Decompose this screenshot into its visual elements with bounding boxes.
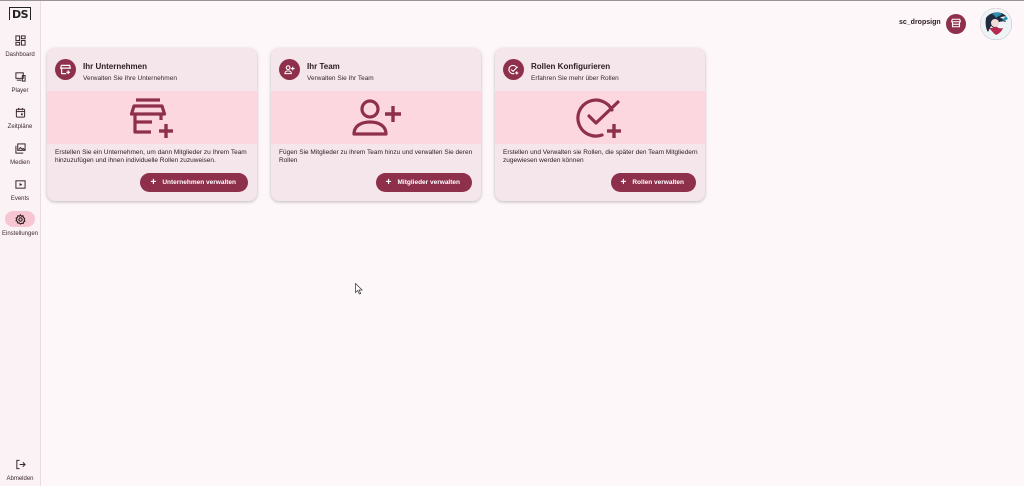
card-header: Rollen Konfigurieren Erfahren Sie mehr ü…: [495, 48, 705, 91]
play-box-icon: [5, 176, 35, 192]
add-business-icon: [129, 97, 173, 138]
logout-icon: [5, 456, 35, 472]
devices-icon: [5, 68, 35, 84]
manage-companies-button[interactable]: + Unternehmen verwalten: [140, 173, 248, 192]
calendar-icon: [5, 104, 35, 120]
button-label: Rollen verwalten: [632, 179, 684, 186]
storefront-icon: [55, 59, 76, 80]
sidebar-item-label: Events: [10, 196, 30, 202]
card-title: Ihr Team: [307, 62, 340, 71]
sidebar-item-zeitplaene[interactable]: Zeitpläne: [0, 104, 40, 138]
sidebar-item-label: Abmelden: [6, 476, 34, 482]
card-header: Ihr Unternehmen Verwalten Sie Ihre Unter…: [47, 48, 257, 91]
plus-icon: +: [620, 176, 627, 188]
company-card: Ihr Unternehmen Verwalten Sie Ihre Unter…: [47, 48, 257, 201]
roles-card: Rollen Konfigurieren Erfahren Sie mehr ü…: [495, 48, 705, 201]
card-title: Rollen Konfigurieren: [531, 62, 611, 71]
sidebar-item-events[interactable]: Events: [0, 176, 40, 210]
card-subtitle: Verwalten Sie Ihr Team: [307, 75, 374, 82]
card-description: Erstellen Sie ein Unternehmen, um dann M…: [55, 149, 247, 164]
plus-icon: +: [385, 176, 392, 188]
check-circle-add-icon: [503, 59, 524, 80]
storefront-icon: [950, 15, 962, 33]
sidebar-item-medien[interactable]: Medien: [0, 140, 40, 174]
sidebar-item-label: Dashboard: [5, 52, 35, 58]
button-label: Unternehmen verwalten: [162, 179, 236, 186]
window-top-border: [0, 0, 1024, 1]
media-library-icon: [5, 140, 35, 156]
manage-roles-button[interactable]: + Rollen verwalten: [610, 173, 696, 192]
check-circle-add-large-icon: [576, 97, 621, 138]
gear-icon: [5, 211, 35, 227]
team-card: Ihr Team Verwalten Sie Ihr Team Fügen Si…: [271, 48, 481, 201]
sidebar-item-label: Zeitpläne: [7, 124, 33, 130]
sidebar: DS Dashboard Player Zeitpläne Medien Eve…: [0, 1, 41, 486]
manage-members-button[interactable]: + Mitglieder verwalten: [375, 173, 472, 192]
username: sc_dropsign: [899, 19, 941, 26]
card-description: Fügen Sie Mitglieder zu ihrem Team hinzu…: [279, 149, 473, 164]
card-media: [271, 91, 481, 144]
sidebar-item-dashboard[interactable]: Dashboard: [0, 32, 40, 66]
card-media: [495, 91, 705, 144]
sidebar-item-player[interactable]: Player: [0, 68, 40, 102]
sidebar-item-einstellungen[interactable]: Einstellungen: [0, 211, 40, 245]
company-switch-button[interactable]: [946, 14, 966, 34]
sidebar-item-label: Einstellungen: [1, 231, 39, 237]
sidebar-item-label: Medien: [10, 160, 30, 166]
card-description: Erstellen und Verwalten sie Rollen, die …: [503, 149, 698, 164]
card-title: Ihr Unternehmen: [83, 62, 148, 71]
plus-icon: +: [150, 176, 157, 188]
sidebar-item-label: Player: [11, 88, 29, 94]
mouse-cursor-icon: [355, 283, 363, 295]
sidebar-item-logout[interactable]: Abmelden: [0, 456, 40, 486]
card-subtitle: Erfahren Sie mehr über Rollen: [531, 75, 619, 82]
person-add-icon: [279, 59, 300, 80]
card-subtitle: Verwalten Sie Ihre Unternehmen: [83, 75, 177, 82]
card-header: Ihr Team Verwalten Sie Ihr Team: [271, 48, 481, 91]
button-label: Mitglieder verwalten: [397, 179, 461, 186]
person-add-large-icon: [352, 98, 401, 136]
app-logo[interactable]: DS: [9, 7, 31, 21]
card-media: [47, 91, 257, 144]
dashboard-icon: [5, 32, 35, 48]
user-avatar[interactable]: [980, 8, 1012, 40]
